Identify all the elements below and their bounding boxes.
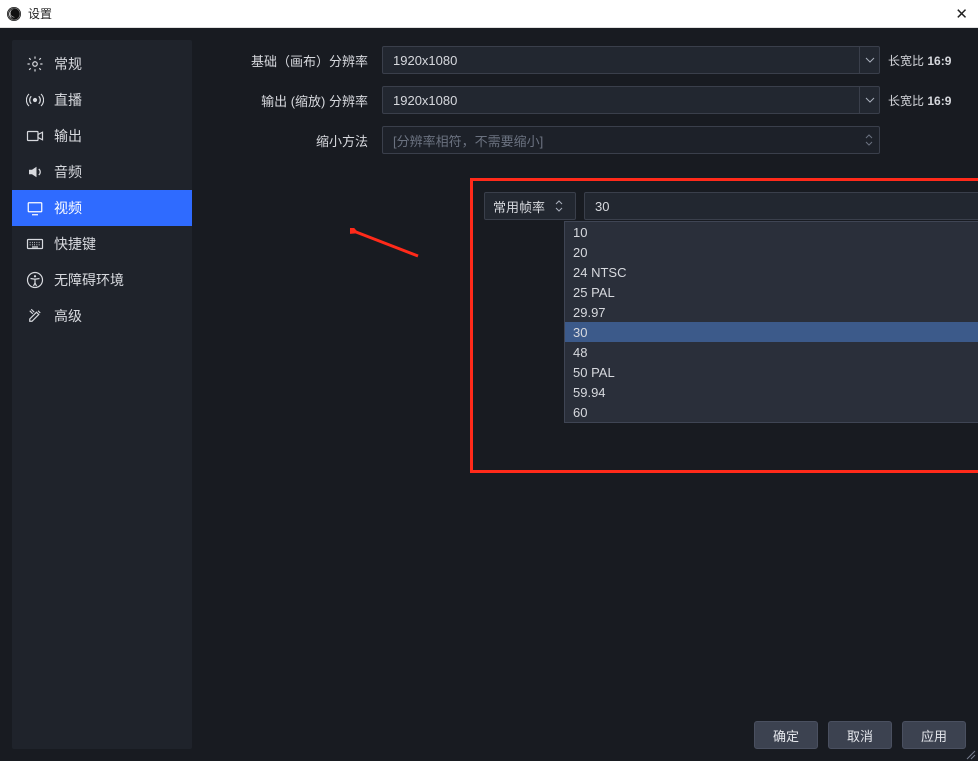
sidebar-item-video[interactable]: 视频	[12, 190, 192, 226]
output-resolution-combo[interactable]: 1920x1080	[382, 86, 880, 114]
main-panel: 基础（画布）分辨率 1920x1080 长宽比 16:9 输出 (缩放) 分辨率…	[192, 28, 978, 761]
titlebar: 设置 ✕	[0, 0, 978, 28]
fps-option[interactable]: 10	[565, 222, 978, 242]
spin-icon	[859, 127, 879, 153]
fps-value: 30	[595, 199, 609, 214]
output-resolution-row: 输出 (缩放) 分辨率 1920x1080 长宽比 16:9	[204, 80, 966, 120]
sidebar-item-label: 音频	[54, 162, 82, 182]
tools-icon	[26, 307, 44, 325]
fps-option[interactable]: 59.94	[565, 382, 978, 402]
sidebar-item-label: 常规	[54, 54, 82, 74]
fps-option[interactable]: 60	[565, 402, 978, 422]
output-resolution-value: 1920x1080	[393, 93, 457, 108]
sidebar-item-label: 视频	[54, 198, 82, 218]
sidebar-item-label: 输出	[54, 126, 82, 146]
fps-option[interactable]: 24 NTSC	[565, 262, 978, 282]
broadcast-icon	[26, 91, 44, 109]
annotation-arrow	[350, 228, 420, 258]
fps-option[interactable]: 48	[565, 342, 978, 362]
base-resolution-combo[interactable]: 1920x1080	[382, 46, 880, 74]
sidebar-item-label: 直播	[54, 90, 82, 110]
fps-option[interactable]: 20	[565, 242, 978, 262]
resize-grip-icon[interactable]	[964, 747, 976, 759]
fps-type-selector[interactable]: 常用帧率	[484, 192, 576, 220]
fps-type-label: 常用帧率	[493, 197, 545, 216]
cancel-button[interactable]: 取消	[828, 721, 892, 749]
ok-button[interactable]: 确定	[754, 721, 818, 749]
sidebar-item-accessibility[interactable]: 无障碍环境	[12, 262, 192, 298]
base-resolution-value: 1920x1080	[393, 53, 457, 68]
sidebar-item-hotkeys[interactable]: 快捷键	[12, 226, 192, 262]
fps-option[interactable]: 30	[565, 322, 978, 342]
chevron-down-icon	[859, 87, 879, 113]
base-resolution-row: 基础（画布）分辨率 1920x1080 长宽比 16:9	[204, 40, 966, 80]
sidebar: 常规 直播 输出 音频 视频 快捷键 无障碍环境 高级	[12, 40, 192, 749]
fps-dropdown-list[interactable]: 102024 NTSC25 PAL29.97304850 PAL59.9460	[564, 221, 978, 423]
close-button[interactable]: ✕	[951, 5, 972, 23]
downscale-row: 缩小方法 [分辨率相符，不需要缩小]	[204, 120, 966, 160]
sidebar-item-general[interactable]: 常规	[12, 46, 192, 82]
fps-option[interactable]: 29.97	[565, 302, 978, 322]
base-resolution-label: 基础（画布）分辨率	[204, 51, 374, 70]
sidebar-item-label: 高级	[54, 306, 82, 326]
fps-value-combo[interactable]: 30	[584, 192, 978, 220]
downscale-label: 缩小方法	[204, 131, 374, 150]
footer-buttons: 确定 取消 应用	[754, 721, 966, 749]
aspect-ratio-label: 长宽比 16:9	[888, 92, 966, 109]
keyboard-icon	[26, 235, 44, 253]
output-icon	[26, 127, 44, 145]
display-icon	[26, 199, 44, 217]
accessibility-icon	[26, 271, 44, 289]
audio-icon	[26, 163, 44, 181]
sidebar-item-stream[interactable]: 直播	[12, 82, 192, 118]
fps-option[interactable]: 25 PAL	[565, 282, 978, 302]
sidebar-item-label: 无障碍环境	[54, 270, 124, 290]
sidebar-item-advanced[interactable]: 高级	[12, 298, 192, 334]
obs-logo-icon	[6, 6, 22, 22]
spin-icon	[551, 200, 567, 212]
downscale-combo[interactable]: [分辨率相符，不需要缩小]	[382, 126, 880, 154]
chevron-down-icon	[859, 47, 879, 73]
output-resolution-label: 输出 (缩放) 分辨率	[204, 91, 374, 110]
fps-row: 常用帧率 30	[484, 192, 978, 220]
gear-icon	[26, 55, 44, 73]
sidebar-item-audio[interactable]: 音频	[12, 154, 192, 190]
aspect-ratio-label: 长宽比 16:9	[888, 52, 966, 69]
sidebar-item-label: 快捷键	[54, 234, 96, 254]
downscale-placeholder: [分辨率相符，不需要缩小]	[393, 131, 543, 150]
sidebar-item-output[interactable]: 输出	[12, 118, 192, 154]
apply-button[interactable]: 应用	[902, 721, 966, 749]
window-title: 设置	[28, 5, 52, 22]
fps-option[interactable]: 50 PAL	[565, 362, 978, 382]
